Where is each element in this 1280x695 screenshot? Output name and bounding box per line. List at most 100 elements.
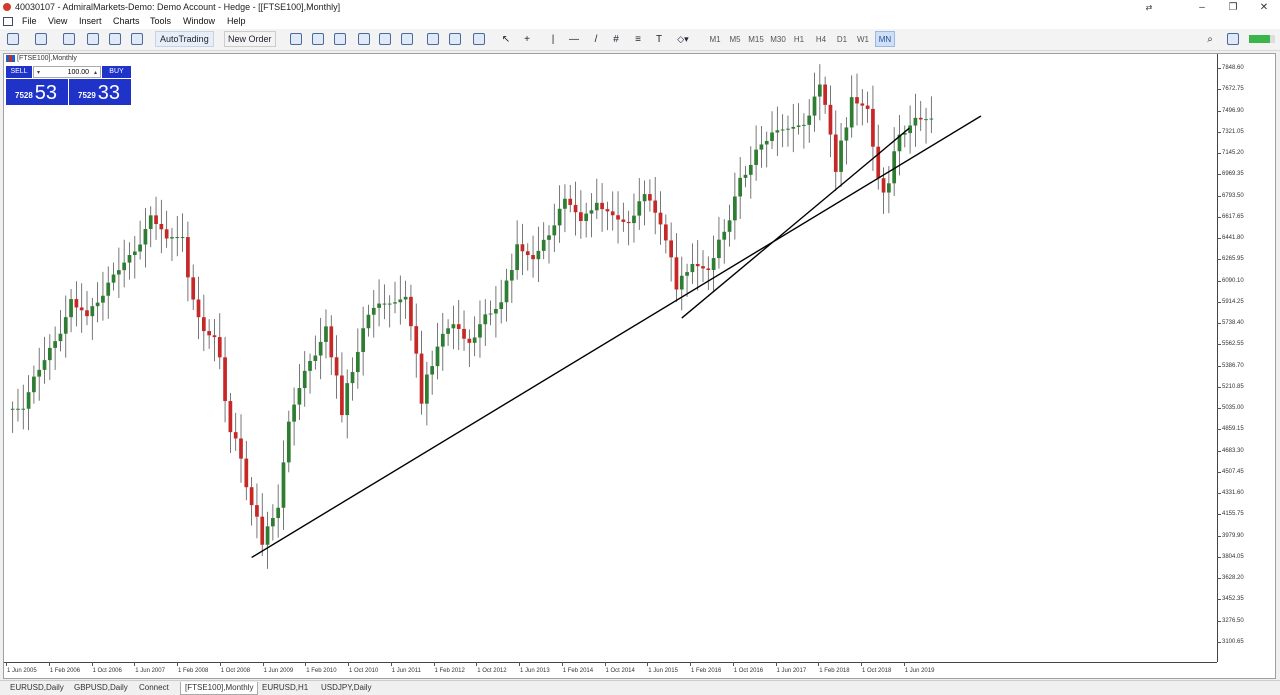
chart-tab[interactable]: EURUSD,H1 [258, 682, 312, 694]
trendline[interactable] [251, 115, 982, 559]
time-tick [433, 662, 435, 666]
market-watch-icon[interactable] [62, 31, 76, 47]
terminal-icon[interactable] [108, 31, 122, 47]
menu-window[interactable]: Window [183, 16, 215, 26]
menu-file[interactable]: File [22, 16, 37, 26]
candle-bear [329, 326, 334, 358]
menu-charts[interactable]: Charts [113, 16, 140, 26]
channel-icon[interactable]: # [610, 31, 622, 47]
indicators-icon[interactable] [472, 31, 486, 47]
navigator-icon[interactable] [86, 31, 100, 47]
period-m5[interactable]: M5 [725, 31, 745, 47]
lot-decrease-icon[interactable]: ▾ [34, 69, 43, 76]
chart-shift-icon[interactable] [426, 31, 440, 47]
price-tick [1217, 471, 1221, 473]
time-tick [134, 662, 136, 666]
document-menu-icon[interactable] [3, 17, 13, 26]
time-tick [177, 662, 178, 666]
fibonacci-icon[interactable]: ≡ [632, 31, 644, 47]
candle-bull [37, 369, 42, 377]
candle-bear [154, 215, 158, 225]
period-mn[interactable]: MN [875, 31, 895, 47]
trendline[interactable] [681, 127, 910, 319]
horizontal-line-icon[interactable]: — [568, 31, 580, 47]
candle-bull [366, 314, 371, 329]
cursor-icon[interactable]: ↖ [500, 31, 512, 47]
time-tick [818, 662, 820, 666]
candlestick-icon[interactable] [311, 31, 325, 47]
time-label: 1 Oct 2016 [733, 668, 764, 674]
period-d1[interactable]: D1 [832, 31, 852, 47]
time-tick [348, 662, 349, 666]
restore-button[interactable]: ❐ [1218, 0, 1248, 15]
app-icon [3, 3, 11, 11]
candle-bear [833, 134, 838, 172]
candle-bear [85, 310, 89, 317]
tile-windows-icon[interactable] [400, 31, 414, 47]
zoom-in-icon[interactable] [357, 31, 371, 47]
crosshair-icon[interactable]: + [521, 31, 533, 47]
search-icon[interactable]: ⌕ [1204, 31, 1216, 47]
chart-window[interactable]: [FTSE100],Monthly SELL ▾ 100.00 ▴ BUY 75… [3, 53, 1276, 679]
close-button[interactable]: ✕ [1249, 0, 1279, 15]
period-w1[interactable]: W1 [853, 31, 873, 47]
trendline-icon[interactable]: / [590, 31, 602, 47]
menu-tools[interactable]: Tools [150, 16, 171, 26]
period-m30[interactable]: M30 [768, 31, 788, 47]
price-label: 3804.05 [1222, 553, 1244, 560]
chart-tab[interactable]: [FTSE100],Monthly [180, 682, 259, 695]
candle-bull [791, 126, 796, 129]
line-chart-icon[interactable] [333, 31, 347, 47]
lot-value[interactable]: 100.00 [43, 69, 91, 76]
sell-button[interactable]: SELL [6, 66, 32, 78]
time-label: 1 Oct 2012 [477, 668, 507, 674]
candle-bull [95, 302, 100, 307]
bar-chart-icon[interactable] [289, 31, 303, 47]
account-sync-icon[interactable]: ⇄ [1134, 0, 1164, 15]
chart-tab[interactable]: GBPUSD,Daily [70, 682, 132, 694]
strategy-tester-icon[interactable] [130, 31, 144, 47]
candle-bull [472, 337, 477, 343]
buy-button[interactable]: BUY [102, 66, 131, 78]
lot-increase-icon[interactable]: ▴ [91, 69, 100, 76]
new-order-button[interactable]: New Order [224, 31, 276, 47]
candle-bear [233, 432, 238, 439]
price-label: 4507.45 [1222, 468, 1244, 475]
autoscroll-icon[interactable] [448, 31, 462, 47]
price-label: 6441.80 [1222, 235, 1244, 242]
lot-size-field[interactable]: ▾ 100.00 ▴ [33, 66, 101, 78]
period-m1[interactable]: M1 [705, 31, 725, 47]
time-tick [519, 662, 520, 666]
shapes-icon[interactable]: ◇▾ [674, 31, 692, 47]
sell-quote[interactable]: 7528 53 [6, 79, 68, 105]
text-tool-icon[interactable]: T [653, 31, 665, 47]
chat-icon[interactable] [1226, 31, 1240, 47]
profiles-icon[interactable] [34, 31, 48, 47]
chart-tab[interactable]: Connect [135, 682, 173, 694]
zoom-out-icon[interactable] [378, 31, 392, 47]
candle-bull [780, 129, 785, 131]
chart-title: [FTSE100],Monthly [6, 55, 77, 62]
menu-insert[interactable]: Insert [79, 16, 102, 26]
time-label: 1 Jun 2019 [904, 668, 935, 674]
vertical-line-icon[interactable]: | [547, 31, 559, 47]
time-tick [775, 662, 777, 666]
period-h4[interactable]: H4 [811, 31, 831, 47]
candle-bull [69, 299, 73, 318]
candle-bear [881, 178, 886, 193]
buy-quote[interactable]: 7529 33 [69, 79, 131, 105]
price-label: 7496.90 [1222, 107, 1244, 114]
minimize-button[interactable]: – [1187, 0, 1217, 15]
menu-help[interactable]: Help [227, 16, 246, 26]
price-plot[interactable] [4, 54, 1217, 662]
candle-bear [419, 353, 424, 404]
period-m15[interactable]: M15 [746, 31, 766, 47]
candle-bear [669, 240, 673, 258]
menu-view[interactable]: View [48, 16, 67, 26]
chart-tab[interactable]: EURUSD,Daily [6, 682, 68, 694]
period-h1[interactable]: H1 [789, 31, 809, 47]
autotrading-button[interactable]: AutoTrading [155, 31, 214, 47]
candle-bull [887, 183, 891, 193]
new-chart-icon[interactable] [6, 31, 20, 47]
chart-tab[interactable]: USDJPY,Daily [317, 682, 376, 694]
